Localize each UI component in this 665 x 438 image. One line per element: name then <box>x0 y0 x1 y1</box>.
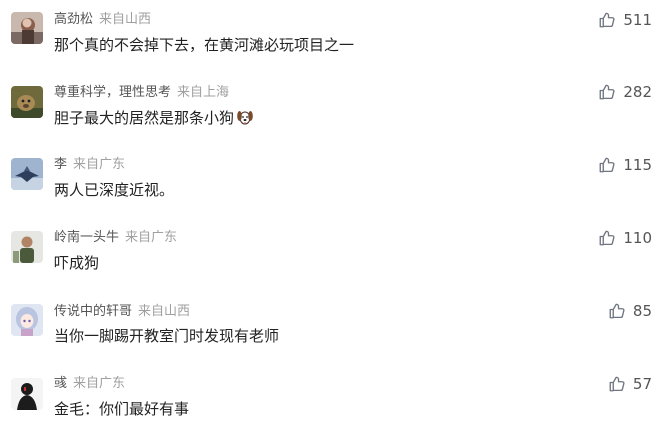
like-count: 57 <box>632 375 652 393</box>
like-count: 511 <box>623 11 652 29</box>
comment-item: 岭南一头牛 来自广东 吓成狗 110 <box>0 219 665 292</box>
location-label: 来自广东 <box>73 157 126 172</box>
username[interactable]: 彧 <box>54 376 67 391</box>
like-button[interactable]: 282 <box>598 82 652 102</box>
comment-text: 那个真的不会掉下去，在黄河滩必玩项目之一 <box>54 36 355 54</box>
comment-item: 彧来自广东 金毛：你们最好有事 57 <box>0 365 665 438</box>
location-label: 来自广东 <box>125 230 178 245</box>
username[interactable]: 岭南一头牛 <box>54 230 119 245</box>
thumbs-up-icon <box>599 157 615 173</box>
comment-text: 当你一脚踢开教室门时发现有老师 <box>54 327 280 345</box>
animal-photo-avatar[interactable] <box>11 86 43 118</box>
dog-face-emoji-icon <box>236 108 254 131</box>
comment-meta: 高劲松 来自山西 <box>54 12 151 28</box>
person-photo-avatar[interactable] <box>11 231 43 263</box>
user-photo-avatar[interactable] <box>11 12 43 44</box>
comment-meta: 李来自广东 <box>54 157 125 173</box>
like-count: 282 <box>623 83 652 101</box>
like-button[interactable]: 110 <box>598 228 652 248</box>
location-label: 来自山西 <box>138 304 191 319</box>
username[interactable]: 李 <box>54 157 67 172</box>
fighter-jet-avatar[interactable] <box>11 158 43 190</box>
like-button[interactable]: 57 <box>608 374 652 394</box>
comment-text: 两人已深度近视。 <box>54 181 175 199</box>
thumbs-up-icon <box>599 84 615 100</box>
location-label: 来自上海 <box>177 85 230 100</box>
location-label: 来自广东 <box>73 376 126 391</box>
comment-meta: 尊重科学，理性思考 来自上海 <box>54 85 229 101</box>
comment-meta: 传说中的轩哥 来自山西 <box>54 304 190 320</box>
comment-item: 高劲松 来自山西 那个真的不会掉下去，在黄河滩必玩项目之一 511 <box>0 0 665 73</box>
comment-text: 吓成狗 <box>54 254 100 272</box>
location-label: 来自山西 <box>99 12 152 27</box>
like-button[interactable]: 85 <box>608 301 652 321</box>
thumbs-up-icon <box>599 230 615 246</box>
comment-text: 胆子最大的居然是那条小狗 <box>54 108 254 131</box>
thumbs-up-icon <box>609 376 625 392</box>
comment-meta: 岭南一头牛 来自广东 <box>54 230 177 246</box>
comment-item: 李来自广东 两人已深度近视。 115 <box>0 146 665 219</box>
username[interactable]: 尊重科学，理性思考 <box>54 85 171 100</box>
comment-text-content: 胆子最大的居然是那条小狗 <box>54 109 235 127</box>
like-count: 85 <box>632 302 652 320</box>
anime-girl-avatar[interactable] <box>11 304 43 336</box>
like-button[interactable]: 511 <box>598 10 652 30</box>
username[interactable]: 高劲松 <box>54 12 93 27</box>
dark-figure-avatar[interactable] <box>11 378 43 410</box>
like-count: 110 <box>623 229 652 247</box>
comment-meta: 彧来自广东 <box>54 376 125 392</box>
comment-item: 尊重科学，理性思考 来自上海 胆子最大的居然是那条小狗 282 <box>0 73 665 146</box>
thumbs-up-icon <box>599 12 615 28</box>
like-button[interactable]: 115 <box>598 155 652 175</box>
comment-item: 传说中的轩哥 来自山西 当你一脚踢开教室门时发现有老师 85 <box>0 292 665 365</box>
thumbs-up-icon <box>609 303 625 319</box>
like-count: 115 <box>623 156 652 174</box>
username[interactable]: 传说中的轩哥 <box>54 304 132 319</box>
comment-text: 金毛：你们最好有事 <box>54 400 190 418</box>
